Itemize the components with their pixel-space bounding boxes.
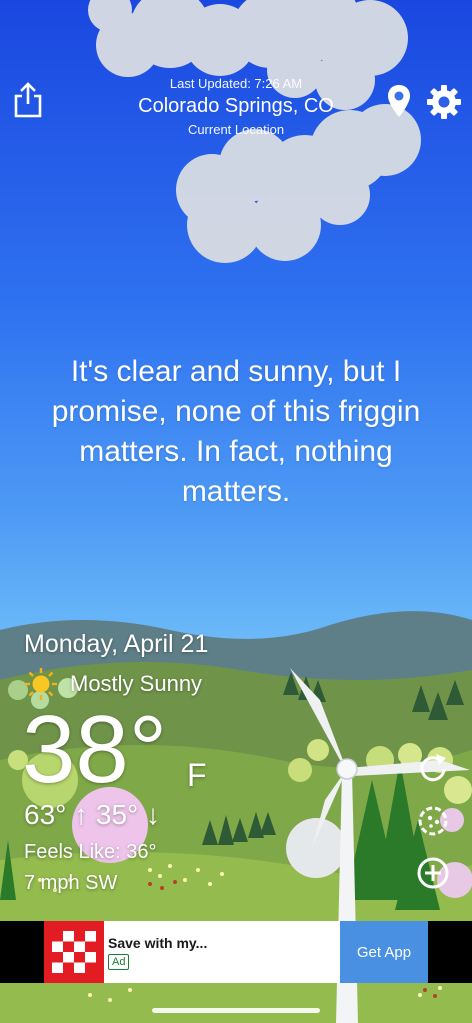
gear-icon xyxy=(427,85,461,119)
radar-button[interactable] xyxy=(416,804,450,838)
ad-title: Save with my... xyxy=(108,935,208,951)
current-location-label: Current Location xyxy=(187,122,285,137)
plus-circle-icon xyxy=(417,857,449,889)
temperature-row: 38° F xyxy=(22,696,208,803)
weather-screen: Last Updated: 7:26 AM Colorado Springs, … xyxy=(0,0,472,1023)
refresh-icon xyxy=(420,754,446,782)
ad-badge: Ad xyxy=(108,954,130,970)
radar-icon xyxy=(418,806,448,836)
get-app-button[interactable]: Get App xyxy=(340,921,428,983)
temperature-unit[interactable]: F xyxy=(187,757,207,794)
wind-label: 7 mph SW xyxy=(24,872,118,894)
location-pin-icon xyxy=(388,85,410,117)
forecast-message: It's clear and sunny, but I promise, non… xyxy=(51,355,421,508)
current-temperature: 38° xyxy=(22,696,168,803)
refresh-button[interactable] xyxy=(416,752,450,786)
ad-logo xyxy=(44,921,104,983)
date-label: Monday, April 21 xyxy=(24,630,209,658)
feels-like-label: Feels Like: 36° xyxy=(24,841,157,863)
checkerboard-logo-icon xyxy=(52,931,96,973)
ad-banner[interactable]: Save with my... Ad Get App xyxy=(0,921,472,983)
settings-button[interactable] xyxy=(426,84,462,120)
ad-card[interactable]: Save with my... Ad Get App xyxy=(44,921,428,983)
condition-label: Mostly Sunny xyxy=(70,671,203,696)
home-indicator[interactable] xyxy=(152,1008,320,1013)
location-button[interactable] xyxy=(387,84,411,118)
add-location-button[interactable] xyxy=(416,856,450,890)
current-conditions: Monday, April 21 Mostly Sunny 38° F 63° … xyxy=(22,630,209,895)
